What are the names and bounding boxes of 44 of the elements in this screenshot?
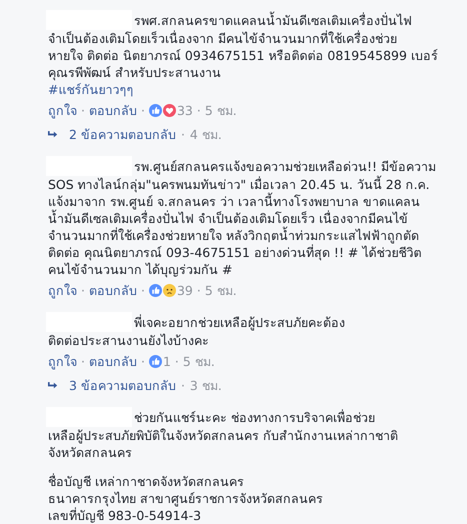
separator-dot: · <box>196 282 201 298</box>
reply-arrow-icon <box>48 130 58 138</box>
like-link[interactable]: ถูกใจ <box>48 352 77 370</box>
comment-text: ช่วยกันแชร์นะคะ ช่องทางการบริจาคเพื่อช่วย <box>134 408 375 426</box>
comment-text: รพศ.สกลนครขาดแคลนน้ำมันดีเซลเติมเครื่องปั่นไฟ <box>134 12 412 28</box>
heart-reaction-icon <box>162 104 176 116</box>
comment-text: ชื่อบัญชี เหล่ากาชาดจังหวัดสกลนคร ธนาคารกรุงไทย สาขาศูนย์ราชการจังหวัดสกลนคร เลขที่บัญชี 983-0-54914-3 <box>48 473 324 524</box>
hashtag-link[interactable]: #แชร์กันยาวๆๆ <box>48 81 134 98</box>
like-link[interactable]: ถูกใจ <box>48 282 77 298</box>
comment-text: จำเป็นต้องเติมโดยเร็วเนื่องจาก มีคนไข้จำนวนมากที่ใช้เครื่องช่วย หายใจ ติดต่อ นิตยาภรณ์ 0934675151 หรือติดต่อ 0819545899 เบอร์ คุณรพีพัฒน์ สำหรับประสานงาน <box>48 30 439 81</box>
comment-time: 5 ชม. <box>182 352 215 370</box>
replies-link[interactable]: 2 ข้อความตอบกลับ <box>69 126 176 142</box>
comment-text: ติดต่อประสานงานยังไงบ้างคะ <box>48 332 210 349</box>
separator-dot: · <box>81 282 85 298</box>
like-reaction-icon <box>148 284 162 296</box>
comment-time: 5 ชม. <box>204 102 237 118</box>
reply-link[interactable]: ตอบกลับ <box>88 352 137 370</box>
comment-text: เหลือผู้ประสบภัยพิบัติในจังหวัดสกลนคร กับสำนักงานเหล่ากาชาติ จังหวัดสกลนคร <box>48 427 399 461</box>
separator-dot: · <box>180 376 185 394</box>
reaction-count: 39 <box>176 282 193 298</box>
separator-dot: · <box>174 352 179 370</box>
comment-text: พี่เจคะอยากช่วยเหลือผู้ประสบภัยคะต้อง <box>134 314 345 330</box>
comment-text: SOS ทางไลน์กลุ่ม"นครพนมทันข่าว" เมื่อเวลา 20.45 น. วันนี้ 28 ก.ค. แจ้งมาจาก รพ.ศูนย์ จ.สกลนคร ว่า เวลานี้ทางโรงพยาบาล ขาดแคลน น้ำมันดีเซลเติมเครื่องปั่นไฟ จำเป็นต้องเติมโดยเร็ว เนื่องจากมีคนไข้ จำนวนมากที่ใช้เครื่องช่วยหายใจ หลังวิกฤตน้ำท่วมกระแสไฟฟ้าถูกตัด ติดต่อ คุณนิตยาภรณ์ 093-4675151 อย่างด่วนที่สุด !! # ได้ช่วยชีวิต คนไข้จำนวนมาก ได้บุญร่วมกัน # <box>48 176 431 278</box>
reply-link[interactable]: ตอบกลับ <box>88 102 137 118</box>
like-link[interactable]: ถูกใจ <box>48 102 77 118</box>
like-reaction-icon <box>148 104 162 116</box>
separator-dot: · <box>140 102 145 118</box>
reply-arrow-icon <box>48 380 58 390</box>
separator-dot: · <box>196 102 201 118</box>
sad-face-icon <box>162 284 176 296</box>
reply-time: 4 ชม. <box>190 126 222 142</box>
reply-link[interactable]: ตอบกลับ <box>88 282 137 298</box>
comment-time: 5 ชม. <box>204 282 237 298</box>
separator-dot: · <box>81 102 85 118</box>
like-reaction-icon <box>148 354 162 368</box>
reply-time: 3 ชม. <box>190 376 222 394</box>
comment-text: รพ.ศูนย์สกลนครแจ้งขอความช่วยเหลือด่วน!! มีข้อความ <box>134 158 436 174</box>
separator-dot: · <box>140 352 145 370</box>
reaction-count: 33 <box>176 102 193 118</box>
separator-dot: · <box>140 282 145 298</box>
separator-dot: · <box>81 352 85 370</box>
replies-link[interactable]: 3 ข้อความตอบกลับ <box>69 376 176 394</box>
reaction-count: 1 <box>162 352 171 370</box>
separator-dot: · <box>180 126 185 142</box>
